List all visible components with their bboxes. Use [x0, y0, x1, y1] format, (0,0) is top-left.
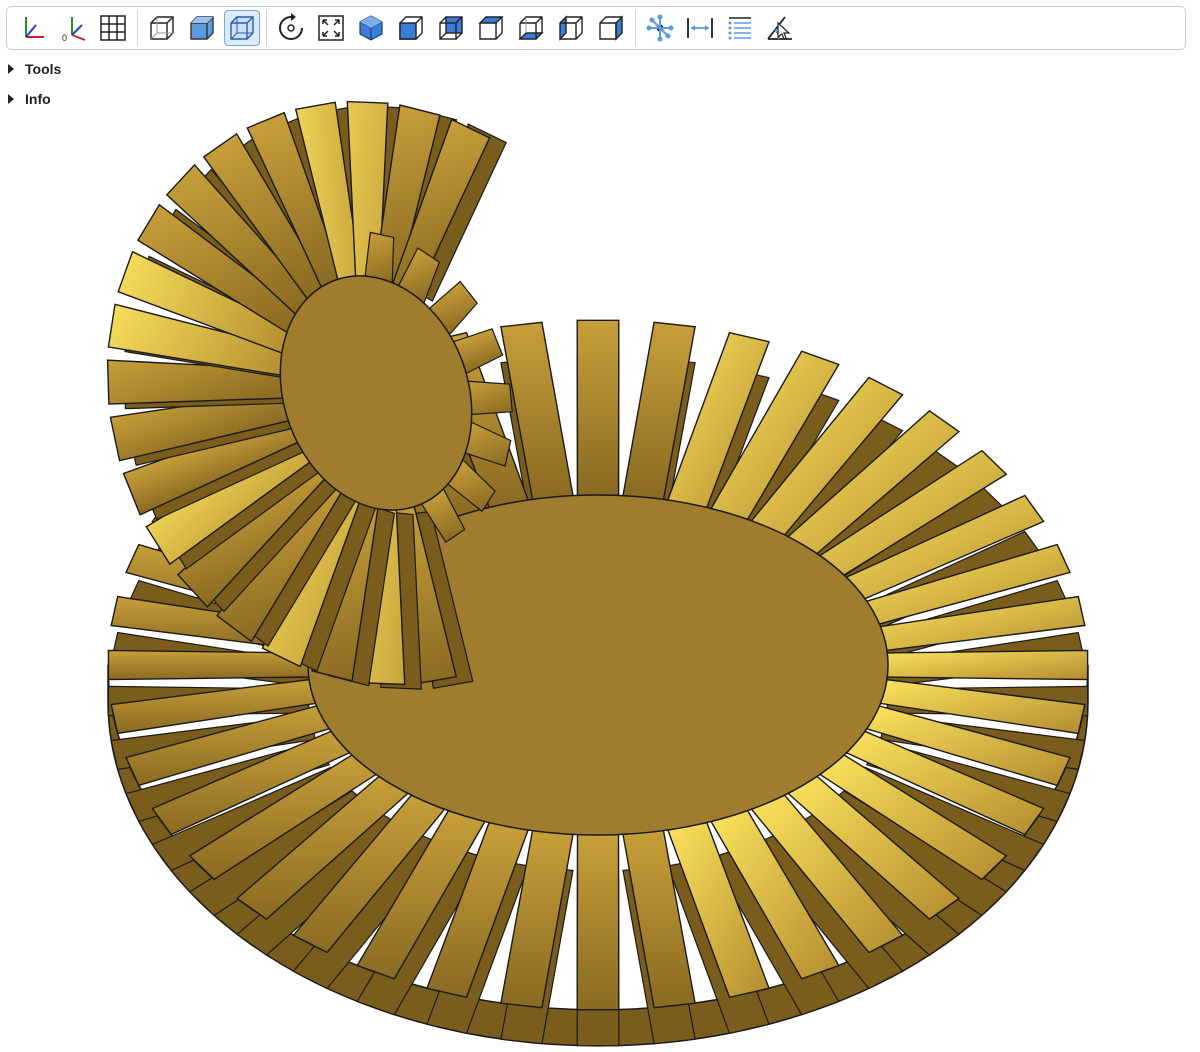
rear-view-icon: [439, 16, 463, 40]
distance-button[interactable]: [682, 10, 718, 46]
toolbar-separator: [137, 10, 138, 46]
bottom-view-icon: [518, 16, 544, 40]
properties-button[interactable]: [722, 10, 758, 46]
3d-viewport[interactable]: [0, 52, 1200, 1052]
iso-view-button[interactable]: [353, 10, 389, 46]
front-view-icon: [399, 16, 423, 40]
toolbar: 0: [6, 6, 1186, 50]
transparent-cube-icon: [150, 16, 174, 40]
gear-tooth: [886, 649, 1089, 681]
wireframe-cube-icon: [230, 16, 254, 40]
iso-view-icon: [359, 15, 383, 41]
black-edges-button[interactable]: [184, 10, 220, 46]
axes-origin-icon: 0: [62, 17, 86, 43]
right-view-icon: [599, 15, 623, 41]
front-view-button[interactable]: [393, 10, 429, 46]
distance-icon: [687, 18, 713, 38]
axes-icon: [25, 17, 44, 38]
ortho-button[interactable]: [224, 10, 260, 46]
grid-icon: [100, 15, 126, 41]
fit-icon: [318, 15, 344, 41]
properties-icon: [728, 17, 751, 40]
explode-button[interactable]: [642, 10, 678, 46]
solid-cube-icon: [190, 16, 214, 40]
rear-view-button[interactable]: [433, 10, 469, 46]
top-view-icon: [478, 16, 504, 40]
axes-button[interactable]: [15, 10, 51, 46]
angle-icon: [767, 16, 792, 40]
svg-text:0: 0: [62, 33, 67, 43]
right-view-button[interactable]: [593, 10, 629, 46]
reset-icon: [279, 13, 303, 40]
explode-icon: [646, 14, 674, 42]
bottom-view-button[interactable]: [513, 10, 549, 46]
grid-button[interactable]: [95, 10, 131, 46]
angle-button[interactable]: [762, 10, 798, 46]
reset-view-button[interactable]: [273, 10, 309, 46]
gear-tooth: [576, 319, 620, 497]
toolbar-separator: [266, 10, 267, 46]
left-view-button[interactable]: [553, 10, 589, 46]
left-view-icon: [559, 15, 583, 41]
gear-tooth: [576, 833, 620, 1011]
toolbar-separator: [635, 10, 636, 46]
fit-view-button[interactable]: [313, 10, 349, 46]
transparent-button[interactable]: [144, 10, 180, 46]
top-view-button[interactable]: [473, 10, 509, 46]
axes-origin-button[interactable]: 0: [55, 10, 91, 46]
